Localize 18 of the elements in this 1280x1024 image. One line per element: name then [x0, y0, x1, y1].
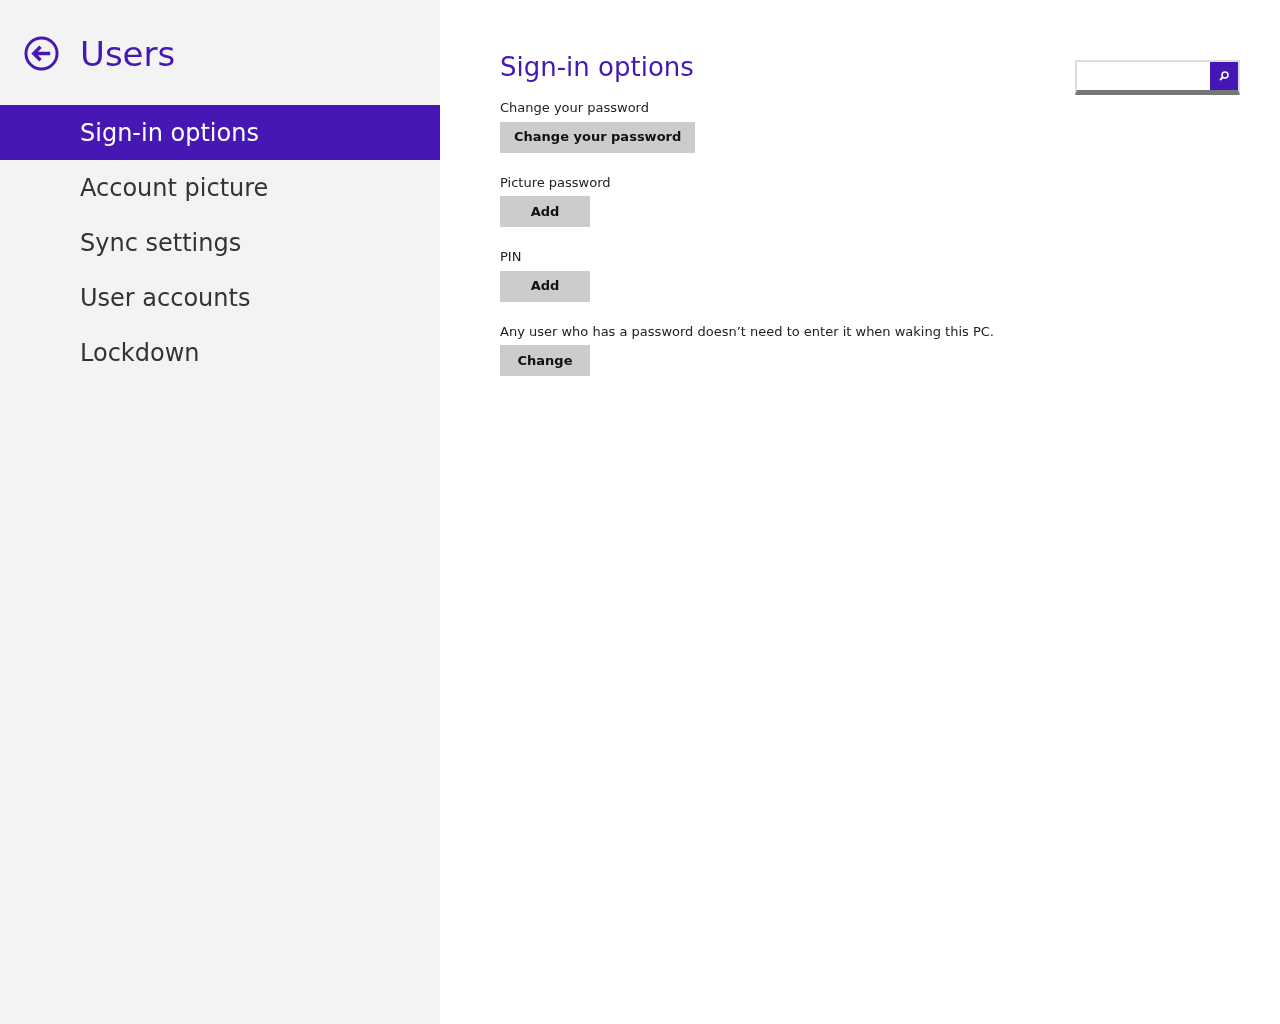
- page-title: Users: [80, 36, 176, 71]
- setting-button[interactable]: Add: [500, 196, 590, 227]
- back-icon[interactable]: [24, 36, 59, 71]
- nav-item[interactable]: Account picture: [0, 160, 440, 215]
- section-heading: Sign-in options: [500, 54, 694, 80]
- setting-button[interactable]: Change your password: [500, 121, 696, 153]
- nav-item[interactable]: Lockdown: [0, 325, 440, 380]
- nav-item[interactable]: Sync settings: [0, 215, 440, 270]
- nav-item[interactable]: User accounts: [0, 270, 440, 325]
- setting-label: Any user who has a password doesn’t need to enter it when waking this PC.: [500, 322, 994, 341]
- nav-item[interactable]: Sign-in options: [0, 105, 440, 160]
- setting-label: Change your password: [500, 99, 649, 117]
- setting-button[interactable]: Add: [500, 270, 590, 302]
- setting-label: PIN: [500, 248, 522, 266]
- setting-label: Picture password: [500, 173, 611, 192]
- setting-button[interactable]: Change: [500, 345, 590, 376]
- search-icon[interactable]: [1210, 62, 1238, 90]
- search-field[interactable]: [1075, 60, 1240, 95]
